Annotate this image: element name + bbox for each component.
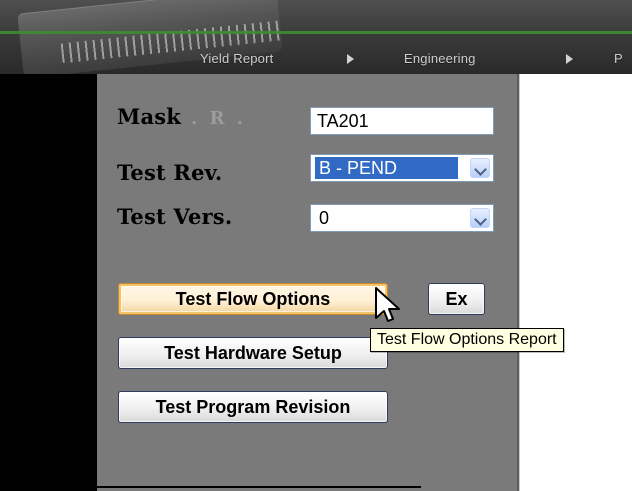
mask-label-text: Mask [117, 104, 182, 129]
header-accent-line [0, 31, 632, 34]
chevron-down-icon[interactable] [470, 208, 490, 228]
test-vers-selected-value: 0 [319, 208, 330, 228]
test-program-revision-button[interactable]: Test Program Revision [118, 391, 388, 423]
nav-separator-icon [347, 54, 354, 64]
ex-button[interactable]: Ex [428, 283, 485, 315]
panel-bottom-rule [21, 486, 421, 488]
top-navigation: Yield Report Engineering P [0, 44, 632, 74]
test-vers-label: Test Vers. [117, 204, 233, 229]
test-rev-label: Test Rev. [117, 160, 223, 185]
header-bar: Yield Report Engineering P [0, 0, 632, 79]
nav-item-yield-report[interactable]: Yield Report [200, 52, 273, 66]
nav-item-engineering[interactable]: Engineering [404, 52, 476, 66]
test-rev-selected-value: B - PEND [315, 157, 458, 179]
app-window: Yield Report Engineering P Mask . R . Tes… [0, 0, 632, 491]
mask-label: Mask . R . [117, 104, 246, 129]
nav-separator-icon [566, 54, 573, 64]
mask-input[interactable] [310, 107, 494, 135]
test-flow-options-button[interactable]: Test Flow Options [118, 283, 388, 315]
left-black-margin [0, 74, 97, 491]
right-content-area [519, 74, 632, 491]
test-vers-select[interactable]: 0 [310, 204, 494, 232]
mask-label-faint: . R . [191, 108, 247, 129]
left-panel: Mask. R . Test Rev. B - PEND Test Vers. … [97, 74, 519, 491]
test-hardware-setup-button[interactable]: Test Hardware Setup [118, 337, 388, 369]
mouse-pointer-icon [375, 287, 400, 322]
chevron-down-icon[interactable] [470, 158, 490, 178]
nav-item-partial[interactable]: P [614, 52, 623, 66]
test-rev-select[interactable]: B - PEND [310, 154, 494, 182]
tooltip: Test Flow Options Report [370, 328, 564, 352]
